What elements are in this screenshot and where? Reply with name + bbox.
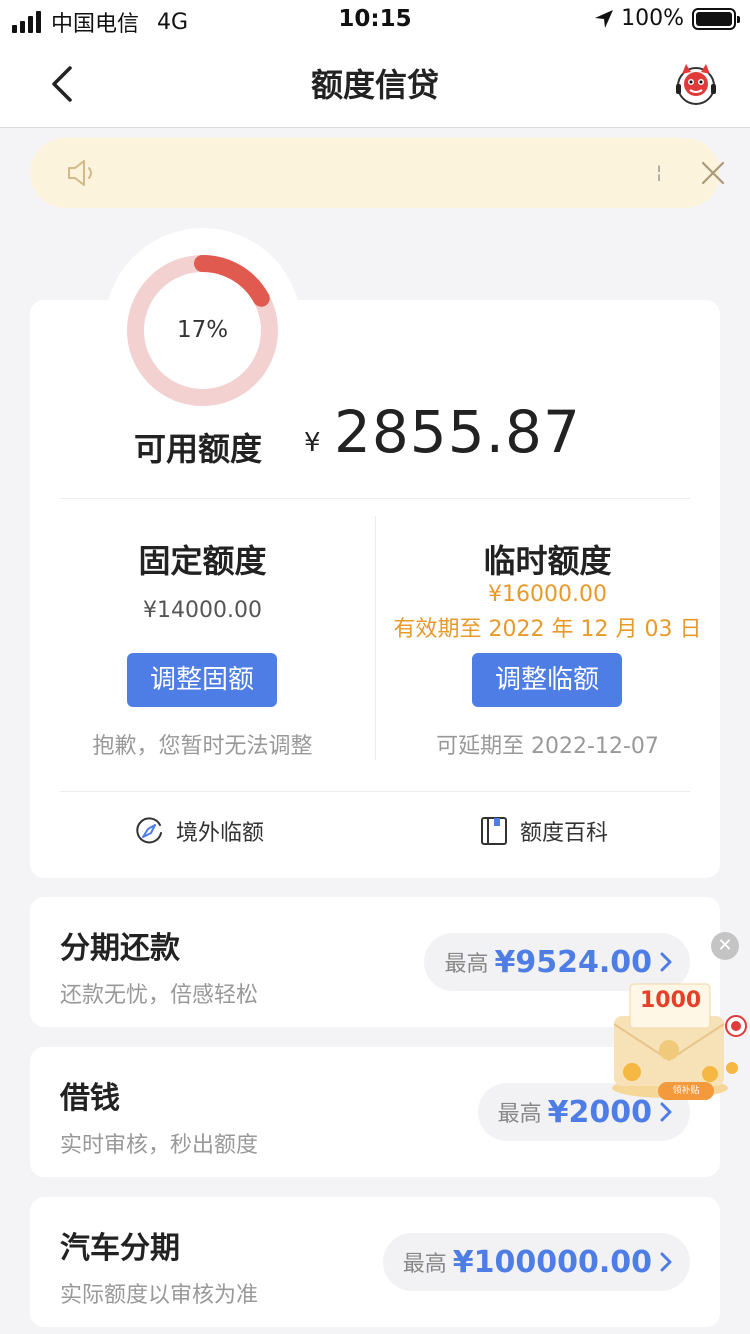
max-amount: ¥100000.00 bbox=[452, 1244, 652, 1280]
status-bar: 中国电信 4G 10:15 100% bbox=[0, 0, 750, 40]
product-title: 借钱 bbox=[60, 1081, 120, 1116]
chevron-right-icon bbox=[660, 1252, 672, 1272]
overseas-quota-link[interactable]: 境外临额 bbox=[134, 815, 264, 847]
promo-tag[interactable]: 领补贴 bbox=[658, 1082, 714, 1100]
divider bbox=[60, 791, 690, 792]
fixed-quota-title: 固定额度 bbox=[138, 542, 267, 580]
battery-icon bbox=[692, 7, 740, 30]
max-prefix: 最高 bbox=[444, 952, 489, 977]
adjust-fixed-button[interactable]: 调整固额 bbox=[127, 653, 277, 707]
location-arrow-icon bbox=[595, 9, 614, 28]
temporary-quota-amount: ¥16000.00 bbox=[488, 582, 607, 607]
product-subtitle: 实时审核，秒出额度 bbox=[60, 1133, 259, 1158]
car-installment-card[interactable]: 汽车分期 实际额度以审核为准 最高 ¥100000.00 bbox=[30, 1197, 720, 1327]
quota-encyclopedia-link[interactable]: 额度百科 bbox=[480, 815, 608, 847]
promo-close-icon[interactable]: ✕ bbox=[711, 932, 739, 960]
overseas-quota-label: 境外临额 bbox=[176, 821, 265, 846]
chevron-right-icon bbox=[660, 952, 672, 972]
adjust-temporary-button[interactable]: 调整临额 bbox=[472, 653, 622, 707]
notice-bar[interactable]: ¦ bbox=[30, 138, 725, 208]
fixed-quota-amount: ¥14000.00 bbox=[143, 598, 262, 623]
product-title: 分期还款 bbox=[60, 931, 180, 966]
quota-encyclopedia-label: 额度百科 bbox=[520, 821, 609, 846]
available-label: 可用额度 bbox=[134, 430, 263, 468]
currency-symbol: ¥ bbox=[304, 428, 321, 458]
temporary-quota-expiry: 有效期至 2022 年 12 月 03 日 bbox=[393, 617, 702, 642]
temporary-quota-title: 临时额度 bbox=[483, 542, 612, 580]
temporary-quota-note: 可延期至 2022-12-07 bbox=[436, 734, 659, 759]
divider bbox=[60, 498, 690, 499]
speaker-icon bbox=[68, 160, 92, 186]
mascot-icon[interactable] bbox=[672, 60, 720, 108]
status-right: 100% bbox=[593, 6, 740, 31]
page-title: 额度信贷 bbox=[310, 66, 439, 104]
product-subtitle: 还款无忧，倍感轻松 bbox=[60, 983, 259, 1008]
battery-percent: 100% bbox=[621, 6, 684, 31]
available-amount: 2855.87 bbox=[334, 398, 581, 466]
nav-bar: 额度信贷 bbox=[0, 40, 750, 128]
promo-amount: 1000 bbox=[640, 988, 702, 1013]
notice-separator: ¦ bbox=[656, 162, 663, 183]
fixed-quota-note: 抱歉，您暂时无法调整 bbox=[92, 734, 313, 759]
compass-icon bbox=[136, 817, 162, 844]
max-prefix: 最高 bbox=[402, 1252, 447, 1277]
max-amount: ¥9524.00 bbox=[494, 944, 652, 980]
max-amount-pill[interactable]: 最高 ¥100000.00 bbox=[382, 1233, 690, 1291]
product-title: 汽车分期 bbox=[60, 1231, 180, 1266]
close-icon[interactable] bbox=[700, 160, 726, 186]
product-subtitle: 实际额度以审核为准 bbox=[60, 1283, 259, 1308]
max-prefix: 最高 bbox=[497, 1102, 542, 1127]
book-icon bbox=[481, 817, 507, 845]
usage-percent: 17% bbox=[176, 317, 229, 343]
